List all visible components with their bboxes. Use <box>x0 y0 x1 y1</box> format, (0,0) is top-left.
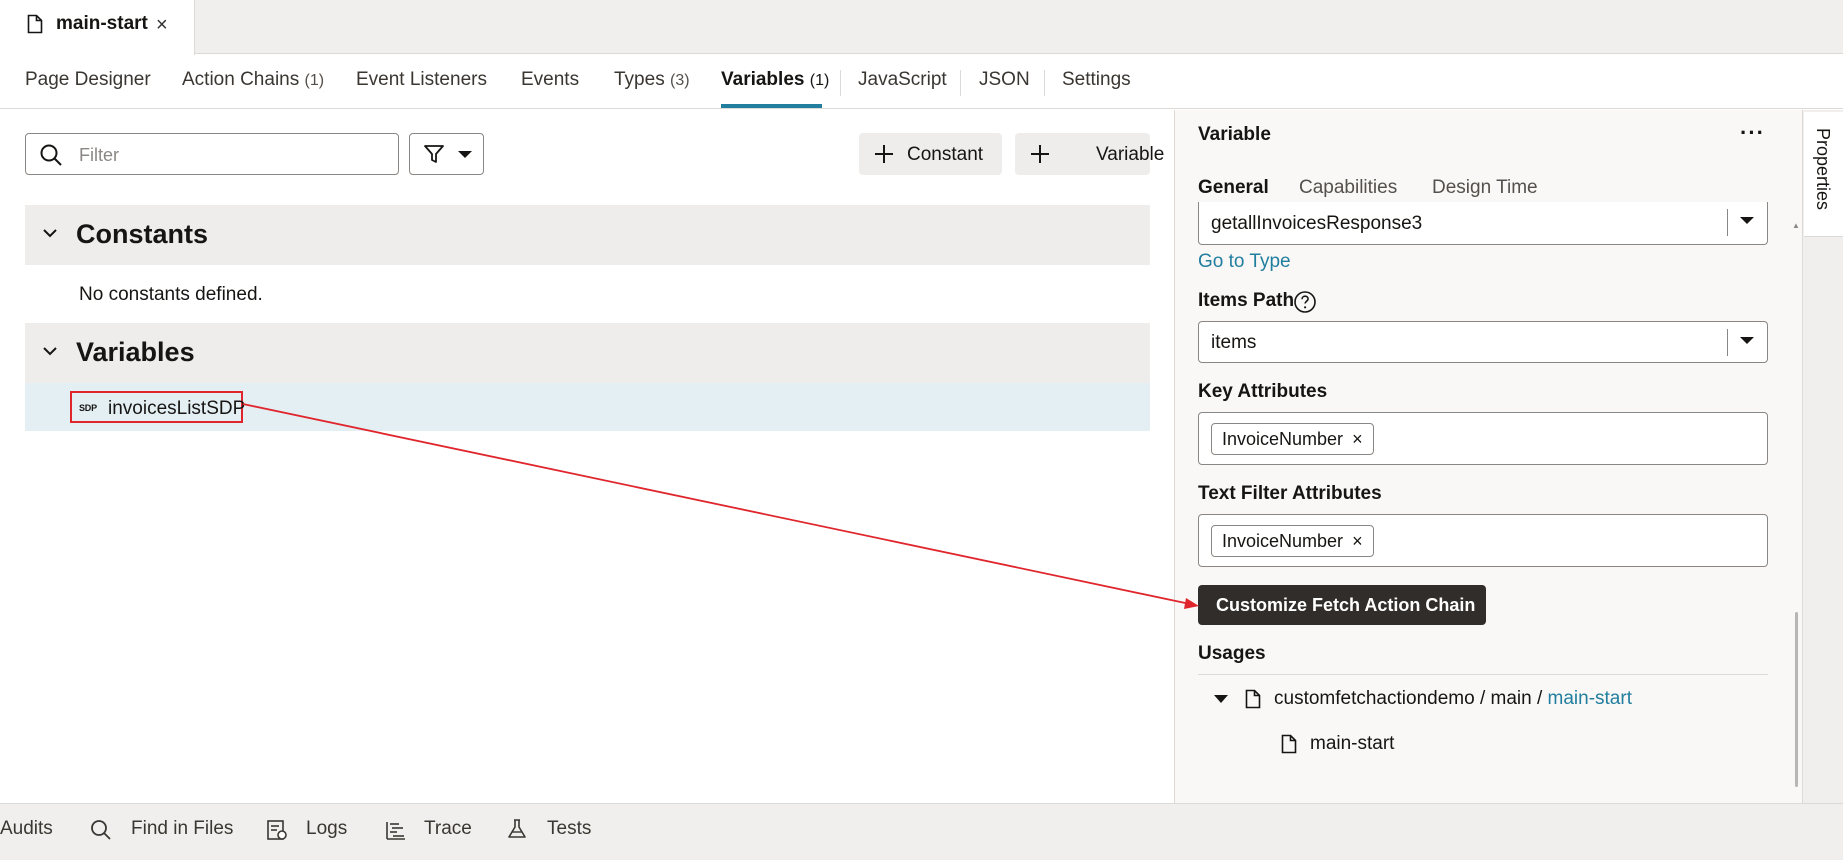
filter-input[interactable]: Filter <box>25 133 399 175</box>
remove-chip-icon[interactable]: × <box>1352 531 1363 552</box>
plus-icon <box>1029 138 1051 172</box>
more-options-icon[interactable]: ··· <box>1740 120 1765 146</box>
text-filter-attribute-chip[interactable]: InvoiceNumber × <box>1211 525 1374 557</box>
type-select[interactable]: getallInvoicesResponse3 <box>1198 202 1768 245</box>
tab-types[interactable]: Types (3) <box>614 69 690 91</box>
flask-icon <box>506 818 528 845</box>
filter-menu-button[interactable] <box>409 133 484 175</box>
file-tab-strip <box>0 0 1843 54</box>
constants-title: Constants <box>76 219 209 249</box>
items-path-select[interactable]: items <box>1198 321 1768 363</box>
add-constant-button[interactable]: Constant <box>859 133 1002 175</box>
tab-variables[interactable]: Variables (1) <box>721 69 829 91</box>
customize-fetch-action-chain-button[interactable]: Customize Fetch Action Chain <box>1198 585 1486 625</box>
tab-separator <box>960 70 961 96</box>
trace-icon <box>385 819 407 846</box>
usage-path-prefix: customfetchactiondemo / main / <box>1274 688 1548 709</box>
active-tab-indicator <box>721 104 822 108</box>
tab-events[interactable]: Events <box>521 69 579 91</box>
key-attribute-chip[interactable]: InvoiceNumber × <box>1211 423 1374 455</box>
usages-label: Usages <box>1198 643 1266 664</box>
tab-separator <box>1044 70 1045 96</box>
chevron-down-icon[interactable] <box>1740 217 1754 224</box>
tab-separator <box>840 70 841 96</box>
tab-action-chains[interactable]: Action Chains (1) <box>182 69 324 91</box>
usages-divider <box>1198 674 1768 675</box>
go-to-type-link[interactable]: Go to Type <box>1198 251 1291 273</box>
variables-section-header[interactable]: Variables <box>25 323 1150 383</box>
variables-title: Variables <box>76 337 195 367</box>
designer-nav-tabs: Page Designer Action Chains (1) Event Li… <box>0 55 1843 109</box>
add-variable-label: Variable <box>1096 144 1165 165</box>
file-icon <box>1281 734 1297 759</box>
tab-javascript[interactable]: JavaScript <box>858 69 947 91</box>
add-constant-label: Constant <box>907 144 984 165</box>
properties-header: Variable <box>1198 124 1271 145</box>
fetch-button-label: Customize Fetch Action Chain <box>1216 595 1476 615</box>
file-icon <box>27 14 43 39</box>
chevron-down-icon[interactable] <box>42 343 58 364</box>
items-path-value: items <box>1211 332 1257 353</box>
tab-settings[interactable]: Settings <box>1062 69 1131 91</box>
add-variable-button[interactable]: Variable <box>1015 133 1164 175</box>
remove-chip-icon[interactable]: × <box>1352 429 1363 450</box>
help-icon[interactable] <box>1293 290 1317 319</box>
properties-scrollbar[interactable] <box>1795 612 1798 787</box>
no-constants-message: No constants defined. <box>79 284 263 305</box>
key-attributes-input[interactable]: InvoiceNumber × <box>1198 412 1768 465</box>
tab-event-listeners[interactable]: Event Listeners <box>356 69 487 91</box>
logs-tool[interactable]: Logs <box>306 818 347 840</box>
key-attributes-label: Key Attributes <box>1198 381 1328 402</box>
usage-path: customfetchactiondemo / main / main-star… <box>1274 688 1632 710</box>
properties-side-tab-label: Properties <box>1813 128 1833 211</box>
text-filter-attributes-label: Text Filter Attributes <box>1198 483 1382 504</box>
tree-expand-icon[interactable] <box>1214 695 1228 703</box>
select-divider <box>1727 209 1728 236</box>
text-filter-attributes-input[interactable]: InvoiceNumber × <box>1198 514 1768 567</box>
chip-label: InvoiceNumber <box>1222 428 1344 449</box>
chevron-down-icon[interactable] <box>42 225 58 246</box>
logs-icon <box>266 819 288 846</box>
usage-path-link[interactable]: main-start <box>1548 688 1632 709</box>
file-icon <box>1245 689 1261 714</box>
search-icon <box>90 819 112 846</box>
ptab-capabilities[interactable]: Capabilities <box>1299 177 1397 199</box>
trace-tool[interactable]: Trace <box>424 818 472 840</box>
close-icon[interactable]: × <box>156 14 168 37</box>
chevron-down-icon <box>458 151 472 158</box>
variable-name: invoicesListSDP <box>108 398 246 419</box>
ptab-design-time[interactable]: Design Time <box>1432 177 1538 199</box>
filter-placeholder: Filter <box>79 145 119 165</box>
search-icon <box>39 143 63 172</box>
file-tab-main-start[interactable]: main-start × <box>0 0 195 55</box>
constants-section-header[interactable]: Constants <box>25 205 1150 265</box>
tab-json[interactable]: JSON <box>979 69 1030 91</box>
type-select-value: getallInvoicesResponse3 <box>1211 213 1423 234</box>
select-divider <box>1727 329 1728 356</box>
scroll-up-icon[interactable]: ▲ <box>1792 221 1800 230</box>
chevron-down-icon[interactable] <box>1740 337 1754 344</box>
find-in-files-tool[interactable]: Find in Files <box>131 818 233 840</box>
plus-icon <box>873 138 895 172</box>
file-tab-label: main-start <box>56 13 148 34</box>
usage-leaf[interactable]: main-start <box>1310 733 1394 755</box>
ptab-general[interactable]: General <box>1198 177 1269 199</box>
variable-item-invoices-list-sdp[interactable]: SDP invoicesListSDP <box>70 391 246 423</box>
chip-label: InvoiceNumber <box>1222 530 1344 551</box>
funnel-icon <box>423 143 445 170</box>
audits-tool[interactable]: Audits <box>0 818 53 840</box>
tab-page-designer[interactable]: Page Designer <box>25 69 151 91</box>
tests-tool[interactable]: Tests <box>547 818 591 840</box>
sdp-badge-icon: SDP <box>79 403 97 413</box>
items-path-label: Items Path <box>1198 290 1295 311</box>
